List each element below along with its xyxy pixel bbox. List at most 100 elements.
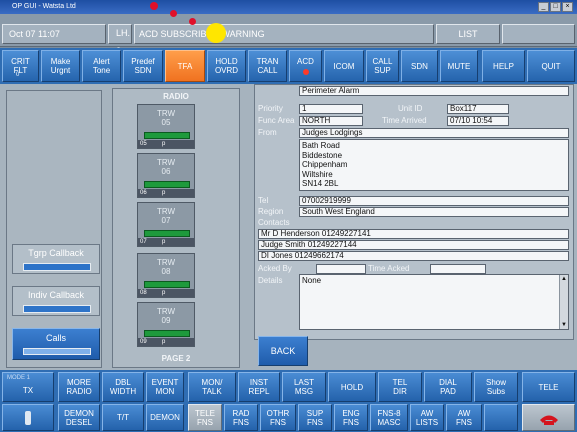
- tel-dir-button[interactable]: TEL DIR: [378, 372, 422, 402]
- acked-by-label: Acked By: [258, 264, 292, 273]
- fns-8-masc-button[interactable]: FNS-8 MASC: [370, 404, 408, 431]
- time-arrived-value: 07/10 10:54: [447, 116, 509, 126]
- radio-tile-trw08[interactable]: TRW 08 08 p: [137, 253, 195, 298]
- acd-alert-icon: [302, 69, 309, 75]
- dial-pad-button[interactable]: DIAL PAD: [424, 372, 472, 402]
- tel-value: 07002919999: [299, 196, 569, 206]
- time-acked-value: [430, 264, 486, 274]
- signal-bar: [144, 330, 190, 337]
- acd-warning: ACD SUBSCRIBED WARNING: [134, 24, 434, 44]
- status-spare: [502, 24, 575, 44]
- maximize-button[interactable]: □: [550, 2, 561, 12]
- scroll-up-icon[interactable]: ▲: [561, 276, 567, 282]
- tele-handset-button[interactable]: [522, 404, 575, 431]
- from-label: From: [258, 128, 277, 137]
- dbl-width-button[interactable]: DBL WIDTH: [102, 372, 144, 402]
- status-bar: Oct 07 11:07 LH. 2 ACD SUBSCRIBED WARNIN…: [0, 14, 577, 56]
- details-scrollbar[interactable]: ▲ ▼: [559, 275, 568, 329]
- indiv-callback-indicator: [23, 305, 91, 313]
- details-box[interactable]: None ▲ ▼: [299, 274, 569, 330]
- marker-dot: [150, 2, 158, 10]
- tele-button[interactable]: TELE: [522, 372, 575, 402]
- contact-item[interactable]: Judge Smith 01249227144: [258, 240, 569, 250]
- alert-tone-button[interactable]: Alert Tone: [82, 50, 121, 82]
- handset-icon: [25, 410, 31, 425]
- acked-by-value: [316, 264, 366, 274]
- tt-button[interactable]: T/T: [102, 404, 144, 431]
- calls-indicator: [23, 348, 91, 355]
- close-button[interactable]: ×: [562, 2, 573, 12]
- unit-id-value: Box117: [447, 104, 509, 114]
- list-button[interactable]: LIST: [436, 24, 500, 44]
- demon-button[interactable]: DEMON: [146, 404, 184, 431]
- hold-override-button[interactable]: HOLD OVRD: [207, 50, 246, 82]
- tfa-button[interactable]: TFA: [165, 50, 205, 82]
- hold-button[interactable]: HOLD: [328, 372, 376, 402]
- rad-fns-button[interactable]: RAD FNS: [224, 404, 258, 431]
- page-indicator: PAGE 2: [161, 354, 191, 363]
- mon-talk-button[interactable]: MON/ TALK: [188, 372, 236, 402]
- radio-tile-trw06[interactable]: TRW 06 06 p: [137, 153, 195, 198]
- date-time-display: Oct 07 11:07: [2, 24, 106, 44]
- signal-bar: [144, 281, 190, 288]
- radio-tile-trw09[interactable]: TRW 09 09 p: [137, 302, 195, 347]
- radio-tile-trw07[interactable]: TRW 07 07 p: [137, 202, 195, 247]
- scroll-down-icon[interactable]: ▼: [561, 322, 567, 328]
- blank-button[interactable]: [484, 404, 518, 431]
- radio-title: RADIO: [163, 92, 189, 101]
- unit-id-label: Unit ID: [398, 104, 423, 113]
- crit-flt-count: 0: [16, 72, 20, 78]
- help-button[interactable]: HELP: [482, 50, 525, 82]
- show-subs-button[interactable]: Show Subs: [474, 372, 518, 402]
- top-toolbar: CRIT FLT 0 Make Urgnt Alert Tone Predef S…: [0, 48, 577, 84]
- tx-button[interactable]: MODE 1 TX: [2, 372, 54, 402]
- aw-fns-button[interactable]: AW FNS: [446, 404, 482, 431]
- marker-dot: [170, 10, 177, 17]
- othr-fns-button[interactable]: OTHR FNS: [260, 404, 296, 431]
- priority-label: Priority: [258, 104, 283, 113]
- signal-bar: [144, 230, 190, 237]
- aw-lists-button[interactable]: AW LISTS: [410, 404, 444, 431]
- icom-button[interactable]: ICOM: [324, 50, 364, 82]
- transfer-call-button[interactable]: TRAN CALL: [248, 50, 287, 82]
- region-label: Region: [258, 207, 284, 216]
- left-panel: [6, 90, 102, 368]
- tgrp-callback-indicator: [23, 263, 91, 271]
- window-title: OP GUI - Watsta Ltd: [12, 3, 76, 10]
- signal-bar: [144, 132, 190, 139]
- contacts-label: Contacts: [258, 218, 290, 227]
- sup-fns-button[interactable]: SUP FNS: [298, 404, 332, 431]
- time-acked-label: Time Acked: [368, 264, 410, 273]
- contact-item[interactable]: Mr D Henderson 01249227141: [258, 229, 569, 239]
- back-button[interactable]: BACK: [258, 336, 308, 366]
- alarm-title: Perimeter Alarm: [299, 86, 569, 96]
- mute-button[interactable]: MUTE: [440, 50, 478, 82]
- from-value: Judges Lodgings: [299, 128, 569, 138]
- predef-sdn-button[interactable]: Predef SDN: [123, 50, 163, 82]
- tgrp-callback-button[interactable]: Tgrp Callback: [12, 244, 100, 274]
- tele-fns-button[interactable]: TELE FNS: [188, 404, 222, 431]
- indiv-callback-button[interactable]: Indiv Callback: [12, 286, 100, 316]
- priority-value: 1: [299, 104, 363, 114]
- last-msg-button[interactable]: LAST MSG: [282, 372, 326, 402]
- inst-repl-button[interactable]: INST REPL: [238, 372, 280, 402]
- acd-button[interactable]: ACD: [289, 50, 322, 82]
- radio-tile-trw05[interactable]: TRW 05 05 p: [137, 104, 195, 149]
- quit-button[interactable]: QUIT: [527, 50, 575, 82]
- func-area-value: NORTH: [299, 116, 363, 126]
- more-radio-button[interactable]: MORE RADIO: [58, 372, 100, 402]
- event-mon-button[interactable]: EVENT MON: [146, 372, 184, 402]
- call-sup-button[interactable]: CALL SUP: [366, 50, 399, 82]
- red-phone-icon: [539, 415, 558, 425]
- contact-item[interactable]: DI Jones 01249662174: [258, 251, 569, 261]
- window-controls: _ □ ×: [538, 2, 573, 12]
- demon-desel-button[interactable]: DEMON DESEL: [58, 404, 100, 431]
- minimize-button[interactable]: _: [538, 2, 549, 12]
- line-indicator: LH. 2: [116, 28, 131, 56]
- crit-flt-button[interactable]: CRIT FLT 0: [2, 50, 39, 82]
- make-urgent-button[interactable]: Make Urgnt: [41, 50, 80, 82]
- eng-fns-button[interactable]: ENG FNS: [334, 404, 368, 431]
- calls-button[interactable]: Calls: [12, 328, 100, 360]
- sdn-button[interactable]: SDN: [401, 50, 438, 82]
- handset-button[interactable]: [2, 404, 54, 431]
